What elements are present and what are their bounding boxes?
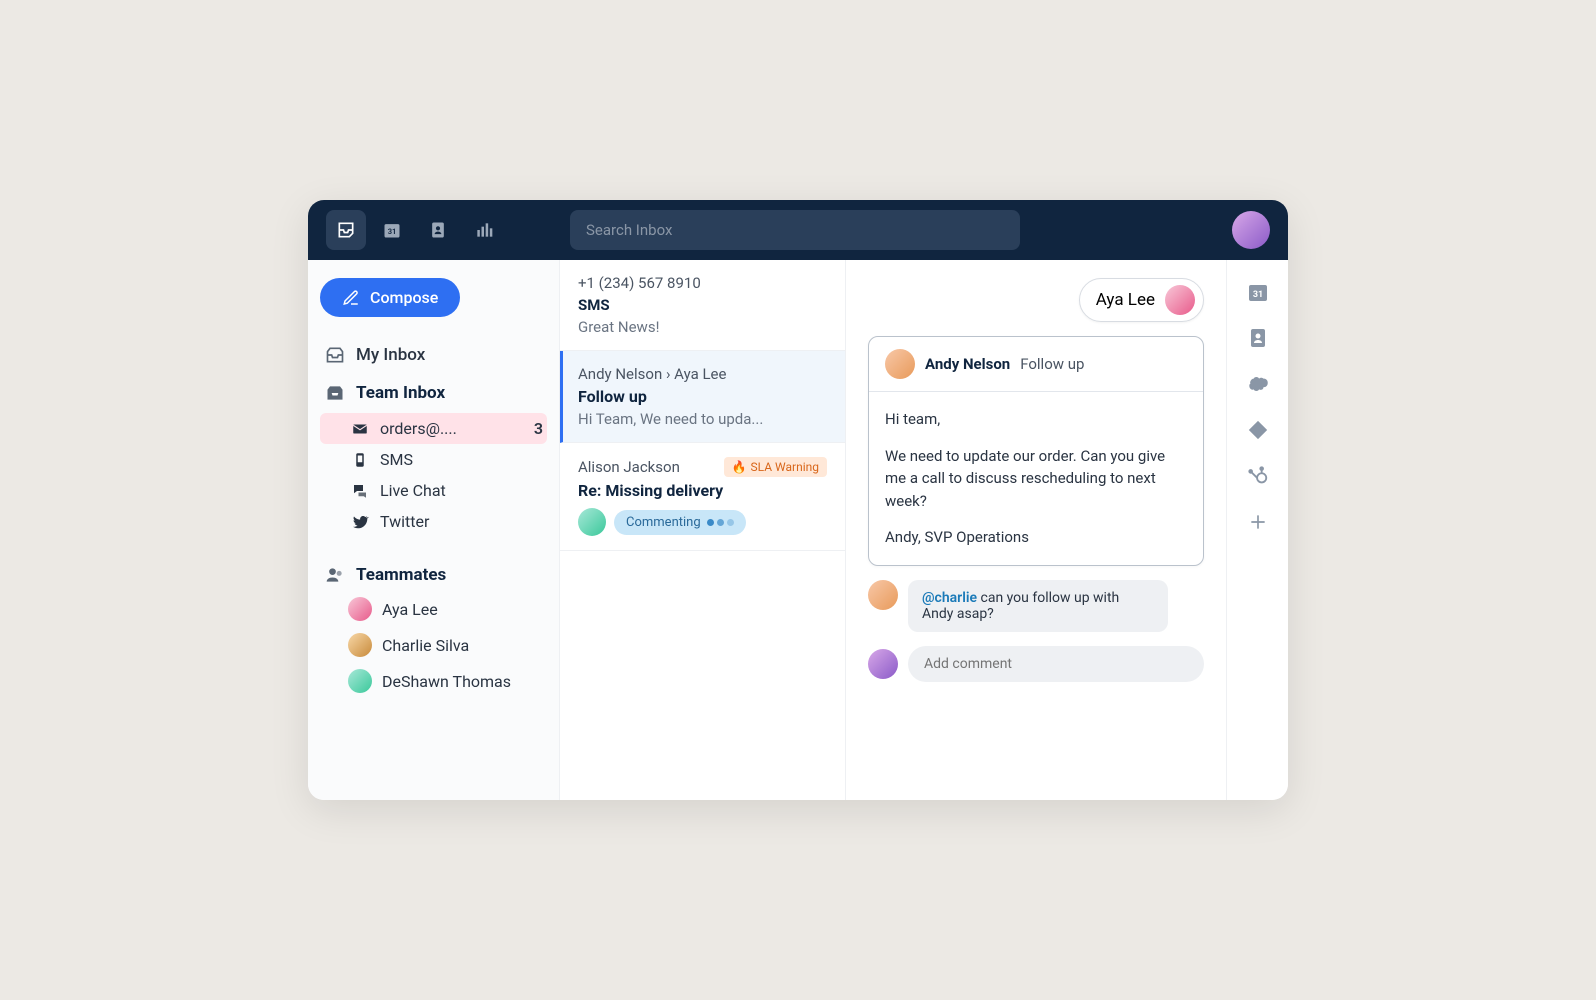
inbox-icon bbox=[324, 345, 346, 365]
search-container bbox=[570, 210, 1020, 250]
search-input[interactable] bbox=[570, 210, 1020, 250]
thread-item[interactable]: Alison Jackson 🔥SLA Warning Re: Missing … bbox=[560, 443, 845, 551]
right-toolbar: 31 bbox=[1226, 260, 1288, 800]
comment-input-row bbox=[868, 646, 1204, 682]
avatar bbox=[348, 633, 372, 657]
svg-text:31: 31 bbox=[1252, 290, 1262, 300]
twitter-icon bbox=[350, 513, 370, 531]
mail-icon bbox=[350, 420, 370, 438]
thread-channel: SMS bbox=[578, 296, 827, 314]
avatar bbox=[348, 597, 372, 621]
thread-subject: Re: Missing delivery bbox=[578, 481, 827, 500]
compose-button[interactable]: Compose bbox=[320, 278, 460, 317]
subitem-livechat[interactable]: Live Chat bbox=[320, 475, 547, 506]
sla-warning-badge: 🔥SLA Warning bbox=[724, 457, 827, 477]
message-card: Andy Nelson Follow up Hi team, We need t… bbox=[868, 336, 1204, 566]
nav-contacts-icon[interactable] bbox=[418, 210, 458, 250]
teammate-charlie[interactable]: Charlie Silva bbox=[320, 627, 547, 663]
sender-avatar bbox=[885, 349, 915, 379]
tool-salesforce-icon[interactable] bbox=[1244, 370, 1272, 398]
team-inbox-icon bbox=[324, 383, 346, 403]
thread-subject: Follow up bbox=[578, 387, 827, 406]
subitem-orders[interactable]: orders@.... 3 bbox=[320, 413, 547, 444]
thread-from: +1 (234) 567 8910 bbox=[578, 274, 827, 292]
nav-analytics-icon[interactable] bbox=[464, 210, 504, 250]
thread-from: Andy Nelson › Aya Lee bbox=[578, 365, 827, 383]
commenter-avatar bbox=[868, 580, 898, 610]
current-user-avatar[interactable] bbox=[1232, 211, 1270, 249]
conversation-pane: Aya Lee Andy Nelson Follow up Hi team, W… bbox=[846, 260, 1226, 800]
svg-text:31: 31 bbox=[388, 227, 397, 236]
thread-item[interactable]: +1 (234) 567 8910 SMS Great News! bbox=[560, 260, 845, 351]
teammates-icon bbox=[324, 565, 346, 585]
my-inbox-header[interactable]: My Inbox bbox=[320, 339, 547, 371]
tool-contact-icon[interactable] bbox=[1244, 324, 1272, 352]
topbar: 31 bbox=[308, 200, 1288, 260]
compose-icon bbox=[342, 289, 360, 307]
message-subject: Follow up bbox=[1020, 355, 1084, 373]
compose-label: Compose bbox=[370, 288, 438, 307]
commenting-badge: Commenting bbox=[614, 510, 746, 535]
tool-calendar-icon[interactable]: 31 bbox=[1244, 278, 1272, 306]
comment-bubble: @charlie can you follow up with Andy asa… bbox=[908, 580, 1168, 632]
chat-icon bbox=[350, 482, 370, 500]
tool-hubspot-icon[interactable] bbox=[1244, 462, 1272, 490]
nav-inbox-icon[interactable] bbox=[326, 210, 366, 250]
teammate-deshawn[interactable]: DeShawn Thomas bbox=[320, 663, 547, 699]
comment-input[interactable] bbox=[908, 646, 1204, 682]
thread-list: +1 (234) 567 8910 SMS Great News! Andy N… bbox=[560, 260, 846, 800]
tool-jira-icon[interactable] bbox=[1244, 416, 1272, 444]
sidebar: Compose My Inbox Team Inbox orders@.... … bbox=[308, 260, 560, 800]
nav-calendar-icon[interactable]: 31 bbox=[372, 210, 412, 250]
thread-preview: Great News! bbox=[578, 318, 827, 336]
assignee-avatar bbox=[1165, 285, 1195, 315]
unread-count: 3 bbox=[534, 419, 543, 438]
teammates-header[interactable]: Teammates bbox=[320, 559, 547, 591]
teammate-aya[interactable]: Aya Lee bbox=[320, 591, 547, 627]
thread-item[interactable]: Andy Nelson › Aya Lee Follow up Hi Team,… bbox=[560, 351, 845, 443]
tool-add-icon[interactable] bbox=[1244, 508, 1272, 536]
avatar bbox=[348, 669, 372, 693]
thread-preview: Hi Team, We need to upda... bbox=[578, 410, 827, 428]
sender-name: Andy Nelson bbox=[925, 355, 1010, 373]
comment: @charlie can you follow up with Andy asa… bbox=[868, 580, 1204, 632]
assignee-chip[interactable]: Aya Lee bbox=[1079, 278, 1204, 322]
message-header: Andy Nelson Follow up bbox=[869, 337, 1203, 392]
sms-icon bbox=[350, 451, 370, 469]
current-user-avatar bbox=[868, 649, 898, 679]
message-body: Hi team, We need to update our order. Ca… bbox=[869, 392, 1203, 565]
team-inbox-header[interactable]: Team Inbox bbox=[320, 377, 547, 409]
app-window: 31 Compose My Inbox bbox=[308, 200, 1288, 800]
subitem-sms[interactable]: SMS bbox=[320, 444, 547, 475]
subitem-twitter[interactable]: Twitter bbox=[320, 506, 547, 537]
thread-from: Alison Jackson bbox=[578, 458, 680, 476]
mention[interactable]: @charlie bbox=[922, 590, 977, 606]
commenter-avatar bbox=[578, 508, 606, 536]
